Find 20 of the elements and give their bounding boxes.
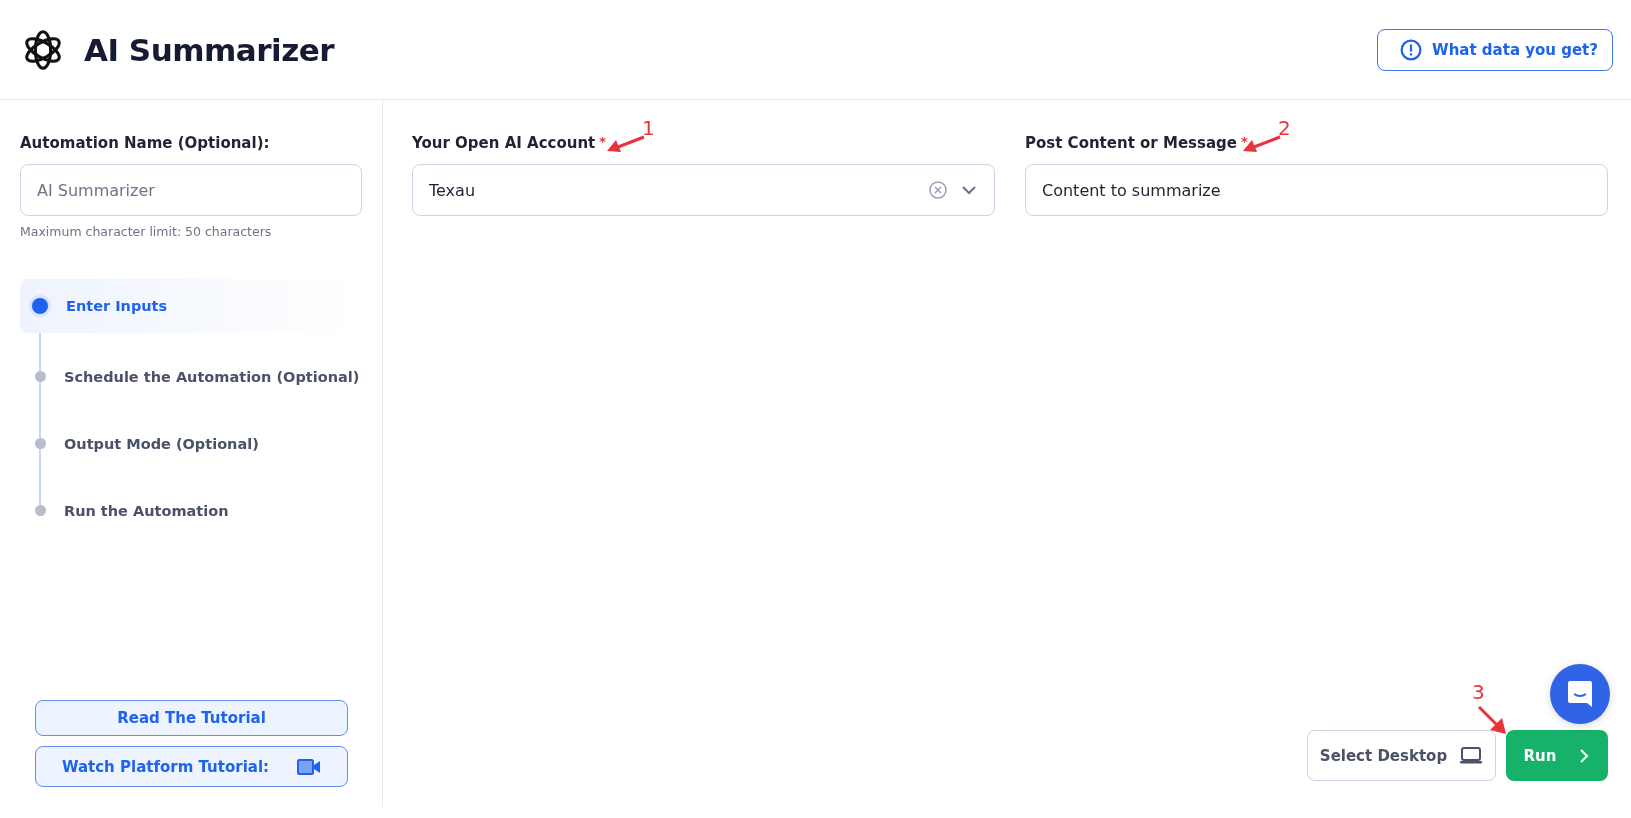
video-tutorial-button[interactable]: Watch Platform Tutorial: bbox=[35, 746, 348, 787]
annotation-number: 2 bbox=[1278, 116, 1291, 140]
select-desktop-button[interactable]: Select Desktop bbox=[1307, 730, 1496, 781]
required-mark: * bbox=[1240, 134, 1248, 149]
annotation-number: 1 bbox=[642, 116, 655, 140]
field-label: Your Open AI Account bbox=[412, 134, 596, 152]
step-item[interactable]: Schedule the Automation (Optional) bbox=[20, 343, 362, 410]
tutorial-button[interactable]: Read The Tutorial bbox=[35, 700, 348, 736]
field-label: Automation Name (Optional): bbox=[20, 134, 271, 152]
annotation-number: 3 bbox=[1472, 680, 1485, 704]
required-mark: * bbox=[599, 134, 607, 149]
account-dropdown[interactable]: Texau bbox=[412, 164, 995, 216]
field-label: Post Content or Message bbox=[1025, 134, 1237, 152]
help-button[interactable]: What data you get? bbox=[1377, 28, 1613, 71]
hint-text: Maximum character limit: 50 characters bbox=[20, 224, 273, 239]
automation-name-field[interactable]: AI Summarizer bbox=[20, 164, 362, 216]
step-item[interactable]: Output Mode (Optional) bbox=[20, 410, 362, 477]
page-title: AI Summarizer bbox=[84, 31, 334, 68]
step-item[interactable]: Run the Automation bbox=[20, 477, 362, 544]
content-field[interactable]: Content to summarize bbox=[1025, 164, 1608, 216]
